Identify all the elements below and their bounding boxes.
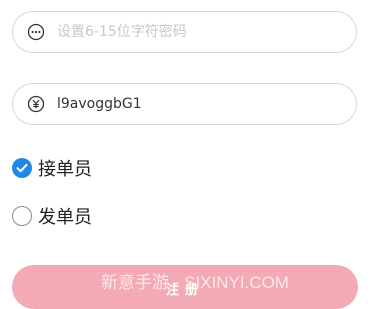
register-button-label: 注册 [165,283,204,298]
more-dots-icon [27,23,45,41]
invite-code-field[interactable] [12,83,357,125]
password-input[interactable] [57,12,342,52]
radio-checked-icon[interactable] [12,158,32,178]
radio-unchecked-icon[interactable] [12,206,32,226]
register-button[interactable]: 注册 [12,265,358,309]
role-option-publisher[interactable]: 发单员 [12,204,92,228]
role-option-label: 发单员 [38,207,92,228]
yuan-circle-icon [27,95,45,113]
invite-code-input[interactable] [57,84,342,124]
role-option-label: 接单员 [38,159,92,180]
role-option-receiver[interactable]: 接单员 [12,156,92,180]
password-field[interactable] [12,11,357,53]
